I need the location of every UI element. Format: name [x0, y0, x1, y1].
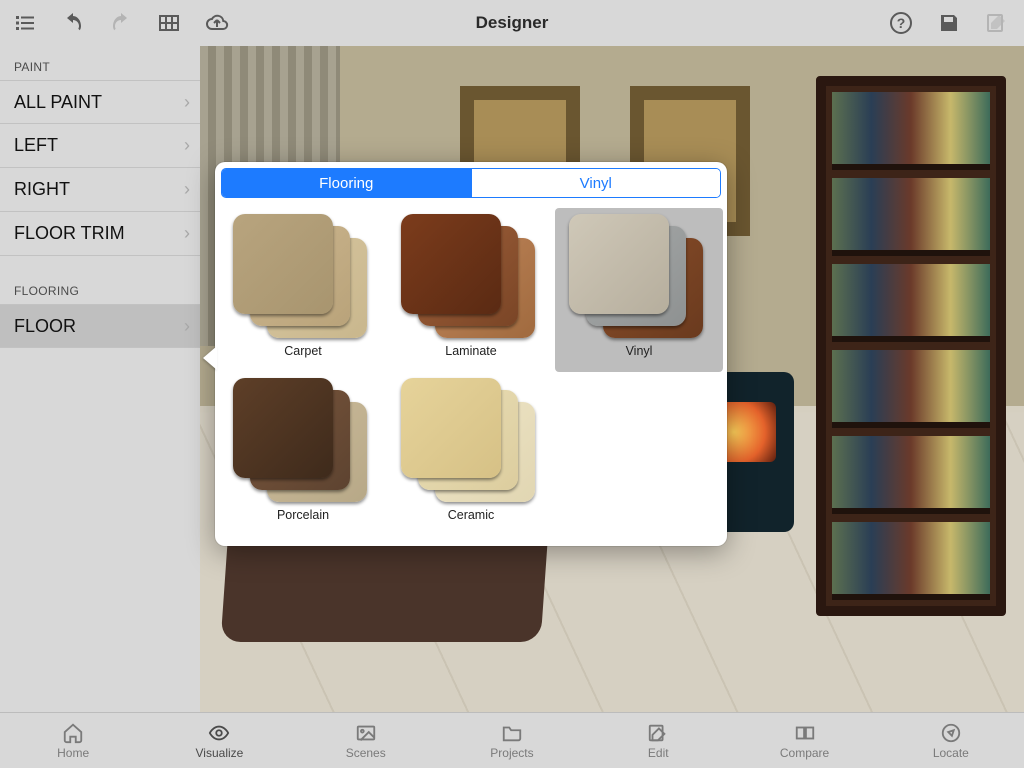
swatch-stack-icon: [233, 214, 373, 342]
tab-locate[interactable]: Locate: [891, 722, 1011, 760]
menu-list-icon[interactable]: [12, 10, 38, 36]
sidebar: PAINT ALL PAINT › LEFT › RIGHT › FLOOR T…: [0, 46, 200, 712]
swatch-stack-icon: [401, 214, 541, 342]
tab-label: Visualize: [196, 746, 244, 760]
redo-icon: [108, 10, 134, 36]
tab-label: Scenes: [346, 746, 386, 760]
sidebar-item-label: ALL PAINT: [14, 92, 102, 113]
eye-icon: [208, 722, 230, 744]
material-label: Laminate: [445, 344, 496, 358]
tab-edit[interactable]: Edit: [598, 722, 718, 760]
swatch-stack-icon: [569, 214, 709, 342]
tab-projects[interactable]: Projects: [452, 722, 572, 760]
material-label: Vinyl: [626, 344, 653, 358]
grid-icon[interactable]: [156, 10, 182, 36]
swatch-stack-icon: [401, 378, 541, 506]
sidebar-item-label: RIGHT: [14, 179, 70, 200]
tab-label: Home: [57, 746, 89, 760]
toolbar-right-group: ?: [888, 0, 1010, 46]
toolbar-left-group: [0, 10, 230, 36]
chevron-right-icon: ›: [184, 179, 190, 200]
chevron-right-icon: ›: [184, 135, 190, 156]
home-icon: [62, 722, 84, 744]
material-label: Carpet: [284, 344, 322, 358]
top-toolbar: Designer ?: [0, 0, 1024, 46]
compass-icon: [940, 722, 962, 744]
seg-tab-vinyl[interactable]: Vinyl: [471, 169, 721, 197]
flooring-popup: Flooring Vinyl Carpet Laminate Vinyl Po: [215, 162, 727, 546]
tab-scenes[interactable]: Scenes: [306, 722, 426, 760]
material-label: Porcelain: [277, 508, 329, 522]
sidebar-item-floor-trim[interactable]: FLOOR TRIM ›: [0, 212, 200, 256]
save-icon[interactable]: [936, 10, 962, 36]
sidebar-item-label: LEFT: [14, 135, 58, 156]
swatch-stack-icon: [233, 378, 373, 506]
material-cell-carpet[interactable]: Carpet: [219, 208, 387, 372]
edit-pencil-icon: [984, 10, 1010, 36]
tab-visualize[interactable]: Visualize: [159, 722, 279, 760]
sidebar-section-header-paint: PAINT: [0, 46, 200, 80]
folder-icon: [501, 722, 523, 744]
tab-label: Projects: [490, 746, 533, 760]
bottom-tabbar: Home Visualize Scenes Projects Edit Comp…: [0, 712, 1024, 768]
sidebar-item-all-paint[interactable]: ALL PAINT ›: [0, 80, 200, 124]
undo-icon[interactable]: [60, 10, 86, 36]
tab-label: Edit: [648, 746, 669, 760]
sidebar-item-label: FLOOR: [14, 316, 76, 337]
compare-icon: [794, 722, 816, 744]
chevron-right-icon: ›: [184, 92, 190, 113]
seg-tab-flooring[interactable]: Flooring: [222, 169, 471, 197]
sidebar-section-header-flooring: FLOORING: [0, 256, 200, 304]
material-grid: Carpet Laminate Vinyl Porcelain Ceramic: [215, 204, 727, 536]
material-cell-ceramic[interactable]: Ceramic: [387, 372, 555, 536]
tab-label: Compare: [780, 746, 829, 760]
material-cell-laminate[interactable]: Laminate: [387, 208, 555, 372]
help-icon[interactable]: ?: [888, 10, 914, 36]
material-cell-vinyl[interactable]: Vinyl: [555, 208, 723, 372]
chevron-right-icon: ›: [184, 223, 190, 244]
tab-home[interactable]: Home: [13, 722, 133, 760]
segmented-control: Flooring Vinyl: [221, 168, 721, 198]
canvas-bookcase: [816, 76, 1006, 616]
cloud-upload-icon[interactable]: [204, 10, 230, 36]
material-label: Ceramic: [448, 508, 495, 522]
image-icon: [355, 722, 377, 744]
sidebar-item-floor[interactable]: FLOOR ›: [0, 304, 200, 348]
chevron-right-icon: ›: [184, 316, 190, 337]
popup-pointer-icon: [203, 346, 217, 370]
tab-label: Locate: [933, 746, 969, 760]
sidebar-item-left[interactable]: LEFT ›: [0, 124, 200, 168]
svg-text:?: ?: [897, 15, 906, 31]
sidebar-item-label: FLOOR TRIM: [14, 223, 125, 244]
sidebar-item-right[interactable]: RIGHT ›: [0, 168, 200, 212]
material-cell-porcelain[interactable]: Porcelain: [219, 372, 387, 536]
tab-compare[interactable]: Compare: [745, 722, 865, 760]
pencil-square-icon: [647, 722, 669, 744]
